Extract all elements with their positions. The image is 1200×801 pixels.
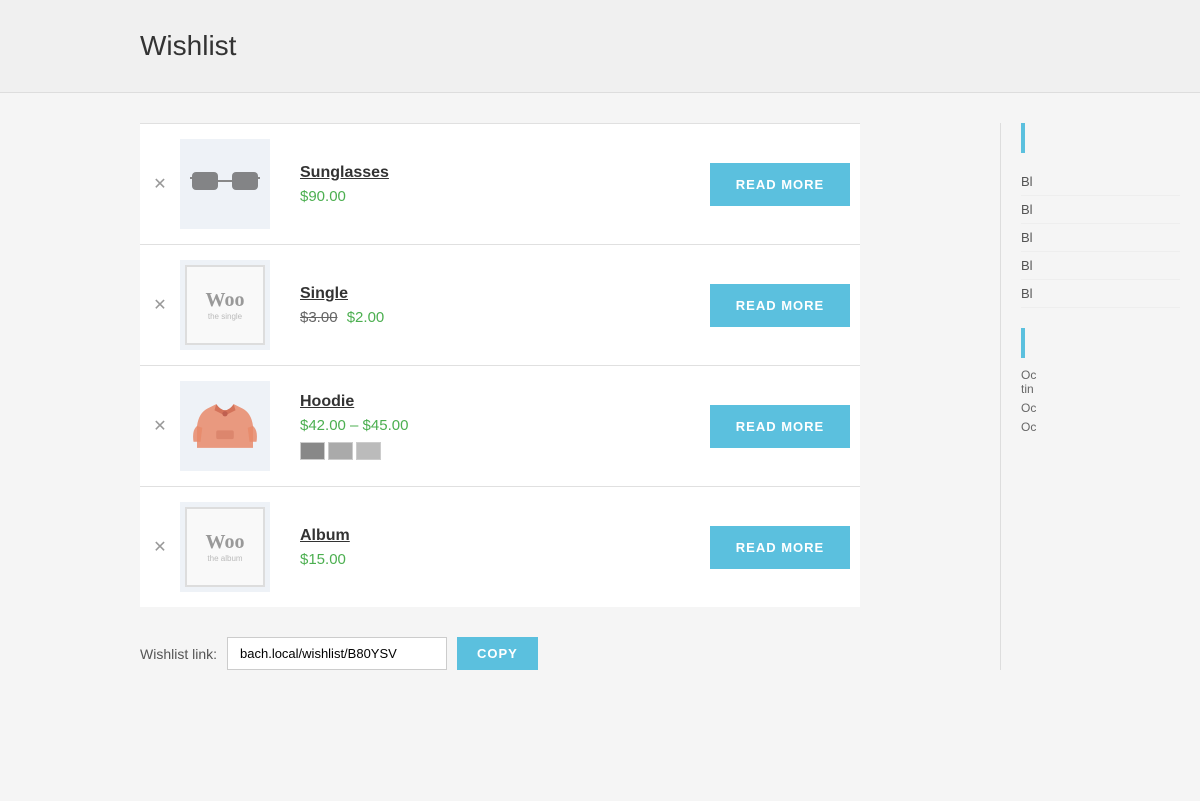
- read-more-button[interactable]: READ MORE: [710, 163, 850, 206]
- table-row: ✕ Sunglasses $90.00: [140, 123, 860, 244]
- remove-button[interactable]: ✕: [140, 537, 180, 557]
- sidebar-section-accent: [1021, 328, 1025, 358]
- sidebar-section: Octin Oc Oc: [1021, 328, 1180, 434]
- read-more-cell: READ MORE: [700, 405, 860, 448]
- sidebar-item[interactable]: Bl: [1021, 280, 1180, 308]
- product-info: Album $15.00: [300, 527, 700, 568]
- read-more-cell: READ MORE: [700, 163, 860, 206]
- sidebar-item[interactable]: Bl: [1021, 224, 1180, 252]
- read-more-cell: READ MORE: [700, 284, 860, 327]
- woo-logo-text: Woo: [206, 289, 245, 312]
- sunglasses-icon: [190, 164, 260, 204]
- sidebar-item[interactable]: Bl: [1021, 168, 1180, 196]
- read-more-button[interactable]: READ MORE: [710, 284, 850, 327]
- product-price: $90.00: [300, 188, 700, 205]
- price-value: $90.00: [300, 188, 346, 205]
- woo-single-image: Woo the single: [180, 260, 270, 350]
- table-row: ✕ Woo the album Album $15.00 READ MORE: [140, 486, 860, 607]
- sunglasses-image: [180, 139, 270, 229]
- table-row: ✕ Woo the single Single $3.00 $2.00 READ…: [140, 244, 860, 365]
- copy-button[interactable]: COPY: [457, 637, 538, 670]
- sidebar-accent-bar: [1021, 123, 1025, 153]
- product-image-cell: Woo the single: [180, 260, 280, 350]
- color-swatch[interactable]: [300, 442, 325, 460]
- color-swatch[interactable]: [356, 442, 381, 460]
- woo-sub-text: the single: [208, 312, 242, 321]
- product-price: $42.00 – $45.00: [300, 417, 700, 434]
- wishlist-section: ✕ Sunglasses $90.00: [0, 123, 1000, 670]
- product-name: Single: [300, 285, 700, 303]
- sidebar-text: Oc: [1021, 420, 1180, 434]
- woo-placeholder: Woo the album: [185, 507, 265, 587]
- product-price: $15.00: [300, 551, 700, 568]
- woo-logo-text: Woo: [206, 531, 245, 554]
- sidebar-item[interactable]: Bl: [1021, 252, 1180, 280]
- product-info: Single $3.00 $2.00: [300, 285, 700, 326]
- main-content: ✕ Sunglasses $90.00: [0, 93, 1200, 700]
- wishlist-link-input[interactable]: [227, 637, 447, 670]
- product-image-cell: [180, 139, 280, 229]
- product-price: $3.00 $2.00: [300, 309, 700, 326]
- product-info: Sunglasses $90.00: [300, 164, 700, 205]
- read-more-cell: READ MORE: [700, 526, 860, 569]
- product-info: Hoodie $42.00 – $45.00: [300, 393, 700, 460]
- page-header: Wishlist: [0, 0, 1200, 93]
- sidebar-text: Octin: [1021, 368, 1180, 396]
- hoodie-image: [180, 381, 270, 471]
- color-swatches: [300, 442, 700, 460]
- woo-sub-text: the album: [207, 554, 242, 563]
- read-more-button[interactable]: READ MORE: [710, 405, 850, 448]
- wishlist-link-label: Wishlist link:: [140, 646, 217, 662]
- woo-album-image: Woo the album: [180, 502, 270, 592]
- sidebar: Bl Bl Bl Bl Bl Octin Oc Oc: [1000, 123, 1200, 670]
- sidebar-item[interactable]: Bl: [1021, 196, 1180, 224]
- price-range: $42.00 – $45.00: [300, 417, 408, 434]
- table-row: ✕: [140, 365, 860, 486]
- product-image-cell: Woo the album: [180, 502, 280, 592]
- remove-button[interactable]: ✕: [140, 416, 180, 436]
- remove-button[interactable]: ✕: [140, 174, 180, 194]
- woo-placeholder: Woo the single: [185, 265, 265, 345]
- product-image-cell: [180, 381, 280, 471]
- product-name: Sunglasses: [300, 164, 700, 182]
- page-title: Wishlist: [140, 30, 1060, 62]
- hoodie-icon: [190, 391, 260, 461]
- original-price: $3.00: [300, 309, 338, 326]
- read-more-button[interactable]: READ MORE: [710, 526, 850, 569]
- sale-price: $2.00: [347, 309, 385, 326]
- wishlist-link-section: Wishlist link: COPY: [140, 637, 860, 670]
- remove-button[interactable]: ✕: [140, 295, 180, 315]
- product-name: Hoodie: [300, 393, 700, 411]
- product-name: Album: [300, 527, 700, 545]
- sidebar-text: Oc: [1021, 401, 1180, 415]
- color-swatch[interactable]: [328, 442, 353, 460]
- price-value: $15.00: [300, 551, 346, 568]
